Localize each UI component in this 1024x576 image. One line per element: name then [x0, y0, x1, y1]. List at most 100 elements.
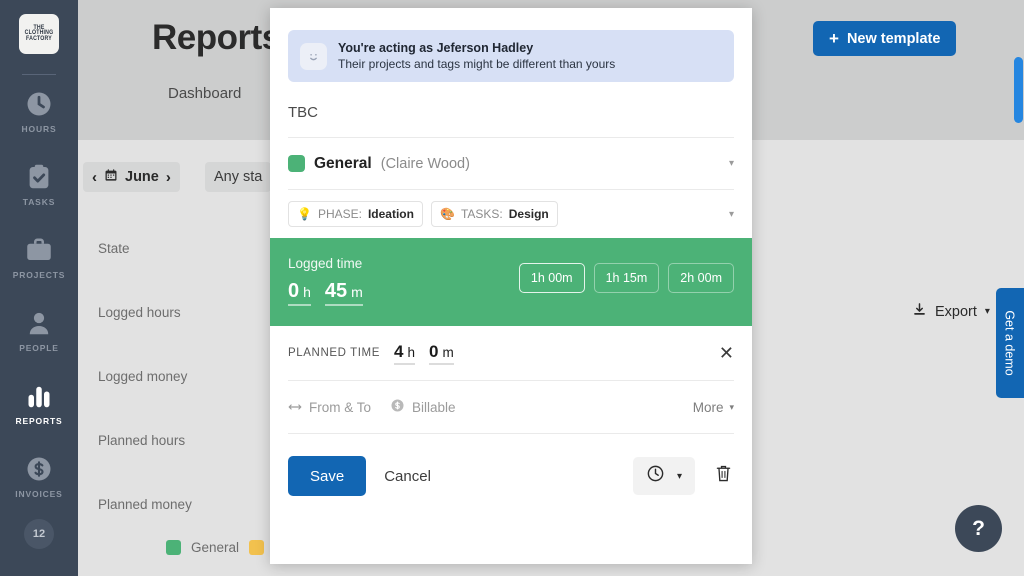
- help-button[interactable]: ?: [955, 505, 1002, 552]
- prev-month-button[interactable]: ‹: [92, 169, 97, 186]
- sidebar-label-reports: REPORTS: [15, 416, 63, 426]
- page-scrollbar-thumb[interactable]: [1014, 57, 1023, 123]
- project-owner: (Claire Wood): [380, 155, 470, 172]
- page-title: Reports: [152, 18, 281, 57]
- sidebar-item-tasks[interactable]: TASKS: [0, 148, 78, 221]
- cancel-button[interactable]: Cancel: [384, 468, 431, 485]
- chevron-down-icon[interactable]: ▾: [729, 209, 734, 220]
- palette-icon: 🎨: [439, 207, 455, 221]
- lightbulb-icon: 💡: [297, 207, 312, 221]
- sidebar-item-people[interactable]: PEOPLE: [0, 294, 78, 367]
- planned-minutes-input[interactable]: 0 m: [428, 341, 454, 365]
- sidebar-label-invoices: INVOICES: [15, 489, 63, 499]
- preset-1h00m[interactable]: 1h 00m: [518, 263, 585, 293]
- more-options-button[interactable]: More ▾: [693, 400, 734, 415]
- modal-actions: Save Cancel ▾: [288, 434, 734, 518]
- new-template-button[interactable]: + New template: [813, 21, 957, 56]
- duration-presets: 1h 00m 1h 15m 2h 00m: [518, 256, 734, 293]
- state-filter[interactable]: Any sta: [205, 162, 272, 192]
- next-month-button[interactable]: ›: [166, 169, 171, 186]
- report-row-label: Planned hours: [98, 432, 186, 448]
- tag-phase[interactable]: 💡 PHASE: Ideation: [288, 201, 423, 227]
- tab-dashboard[interactable]: Dashboard: [168, 85, 241, 102]
- impersonation-title: You're acting as Jeferson Hadley: [338, 41, 534, 55]
- chevron-down-icon[interactable]: ▾: [729, 158, 734, 169]
- screen: THE CLOTHING FACTORY HOURS TASKS PROJECT…: [0, 0, 1024, 576]
- timer-mode-dropdown[interactable]: ▾: [632, 457, 695, 495]
- planned-time-row: PLANNED TIME 4 h 0 m ✕: [288, 326, 734, 381]
- sidebar-item-hours[interactable]: HOURS: [0, 75, 78, 148]
- more-label: More: [692, 399, 724, 415]
- report-row-label: Planned money: [98, 496, 192, 512]
- get-a-demo-tab[interactable]: Get a demo: [996, 288, 1024, 398]
- tag-tasks-key: TASKS:: [460, 207, 503, 221]
- dollar-circle-icon: [24, 454, 54, 484]
- sidebar: THE CLOTHING FACTORY HOURS TASKS PROJECT…: [0, 0, 78, 576]
- time-entry-modal: You're acting as Jeferson Hadley Their p…: [270, 8, 752, 564]
- delete-button[interactable]: [713, 464, 734, 488]
- month-label: June: [125, 169, 159, 185]
- report-row-label: Logged money: [98, 368, 188, 384]
- month-filter[interactable]: ‹ June ›: [83, 162, 180, 192]
- planned-time-label: PLANNED TIME: [288, 347, 380, 359]
- preset-2h00m[interactable]: 2h 00m: [668, 263, 734, 293]
- report-row-label: Logged hours: [98, 304, 181, 320]
- sidebar-label-hours: HOURS: [21, 124, 57, 134]
- logged-hours-input[interactable]: 0 h: [288, 280, 311, 306]
- planned-minutes-value: 0: [428, 341, 439, 361]
- logo-line-3: FACTORY: [26, 34, 52, 43]
- from-to-button[interactable]: From & To: [288, 400, 371, 415]
- tag-phase-value: Ideation: [367, 207, 414, 221]
- question-mark-icon: ?: [972, 516, 985, 540]
- project-selector[interactable]: General (Claire Wood) ▾: [288, 138, 734, 190]
- clock-icon: [646, 464, 665, 488]
- logged-time-panel: Logged time 0 h 45 m 1h 00m 1h 15m 2h 00…: [270, 238, 752, 326]
- note-input[interactable]: TBC: [288, 104, 734, 138]
- planned-minutes-unit: m: [442, 344, 454, 360]
- tag-tasks[interactable]: 🎨 TASKS: Design: [430, 201, 558, 227]
- sidebar-item-reports[interactable]: REPORTS: [0, 367, 78, 440]
- plus-icon: +: [829, 29, 839, 48]
- logged-hours-value: 0: [288, 280, 300, 302]
- chart-legend: General: [78, 540, 265, 555]
- app-logo[interactable]: THE CLOTHING FACTORY: [19, 14, 59, 54]
- smiley-avatar-icon: [300, 42, 327, 70]
- planned-hours-input[interactable]: 4 h: [393, 342, 415, 365]
- report-row-label: State: [98, 240, 130, 256]
- impersonation-subtitle: Their projects and tags might be differe…: [338, 57, 616, 71]
- dollar-circle-icon: [390, 398, 405, 416]
- tags-selector[interactable]: 💡 PHASE: Ideation 🎨 TASKS: Design ▾: [288, 190, 734, 238]
- sidebar-item-invoices[interactable]: INVOICES: [0, 440, 78, 513]
- new-template-label: New template: [846, 30, 941, 47]
- tag-phase-key: PHASE:: [317, 207, 362, 221]
- billable-button[interactable]: Billable: [390, 398, 456, 416]
- logged-minutes-unit: m: [351, 284, 363, 300]
- logged-minutes-input[interactable]: 45 m: [324, 280, 363, 306]
- arrows-horizontal-icon: [288, 400, 302, 415]
- logged-minutes-value: 45: [324, 280, 348, 302]
- sidebar-badge-count[interactable]: 12: [24, 519, 54, 549]
- project-color-swatch: [288, 155, 305, 172]
- tag-tasks-value: Design: [508, 207, 549, 221]
- chevron-down-icon: ▾: [729, 401, 734, 412]
- clock-icon: [24, 89, 54, 119]
- sidebar-label-people: PEOPLE: [19, 343, 59, 353]
- from-to-label: From & To: [309, 399, 372, 415]
- entry-meta-row: From & To Billable More ▾: [288, 381, 734, 434]
- logged-hours-unit: h: [303, 284, 311, 300]
- clipboard-check-icon: [24, 162, 54, 192]
- billable-label: Billable: [412, 399, 456, 415]
- impersonation-banner: You're acting as Jeferson Hadley Their p…: [288, 30, 734, 82]
- person-icon: [24, 308, 54, 338]
- calendar-icon: [104, 168, 118, 186]
- sidebar-item-projects[interactable]: PROJECTS: [0, 221, 78, 294]
- save-button[interactable]: Save: [288, 456, 367, 496]
- legend-swatch-general: [166, 540, 181, 555]
- project-name: General: [314, 154, 372, 172]
- chevron-down-icon: ▾: [676, 470, 682, 482]
- close-icon[interactable]: ✕: [719, 343, 734, 364]
- legend-label-general: General: [191, 540, 240, 555]
- preset-1h15m[interactable]: 1h 15m: [593, 263, 660, 293]
- bar-chart-icon: [24, 381, 54, 411]
- logged-time-label: Logged time: [288, 256, 363, 271]
